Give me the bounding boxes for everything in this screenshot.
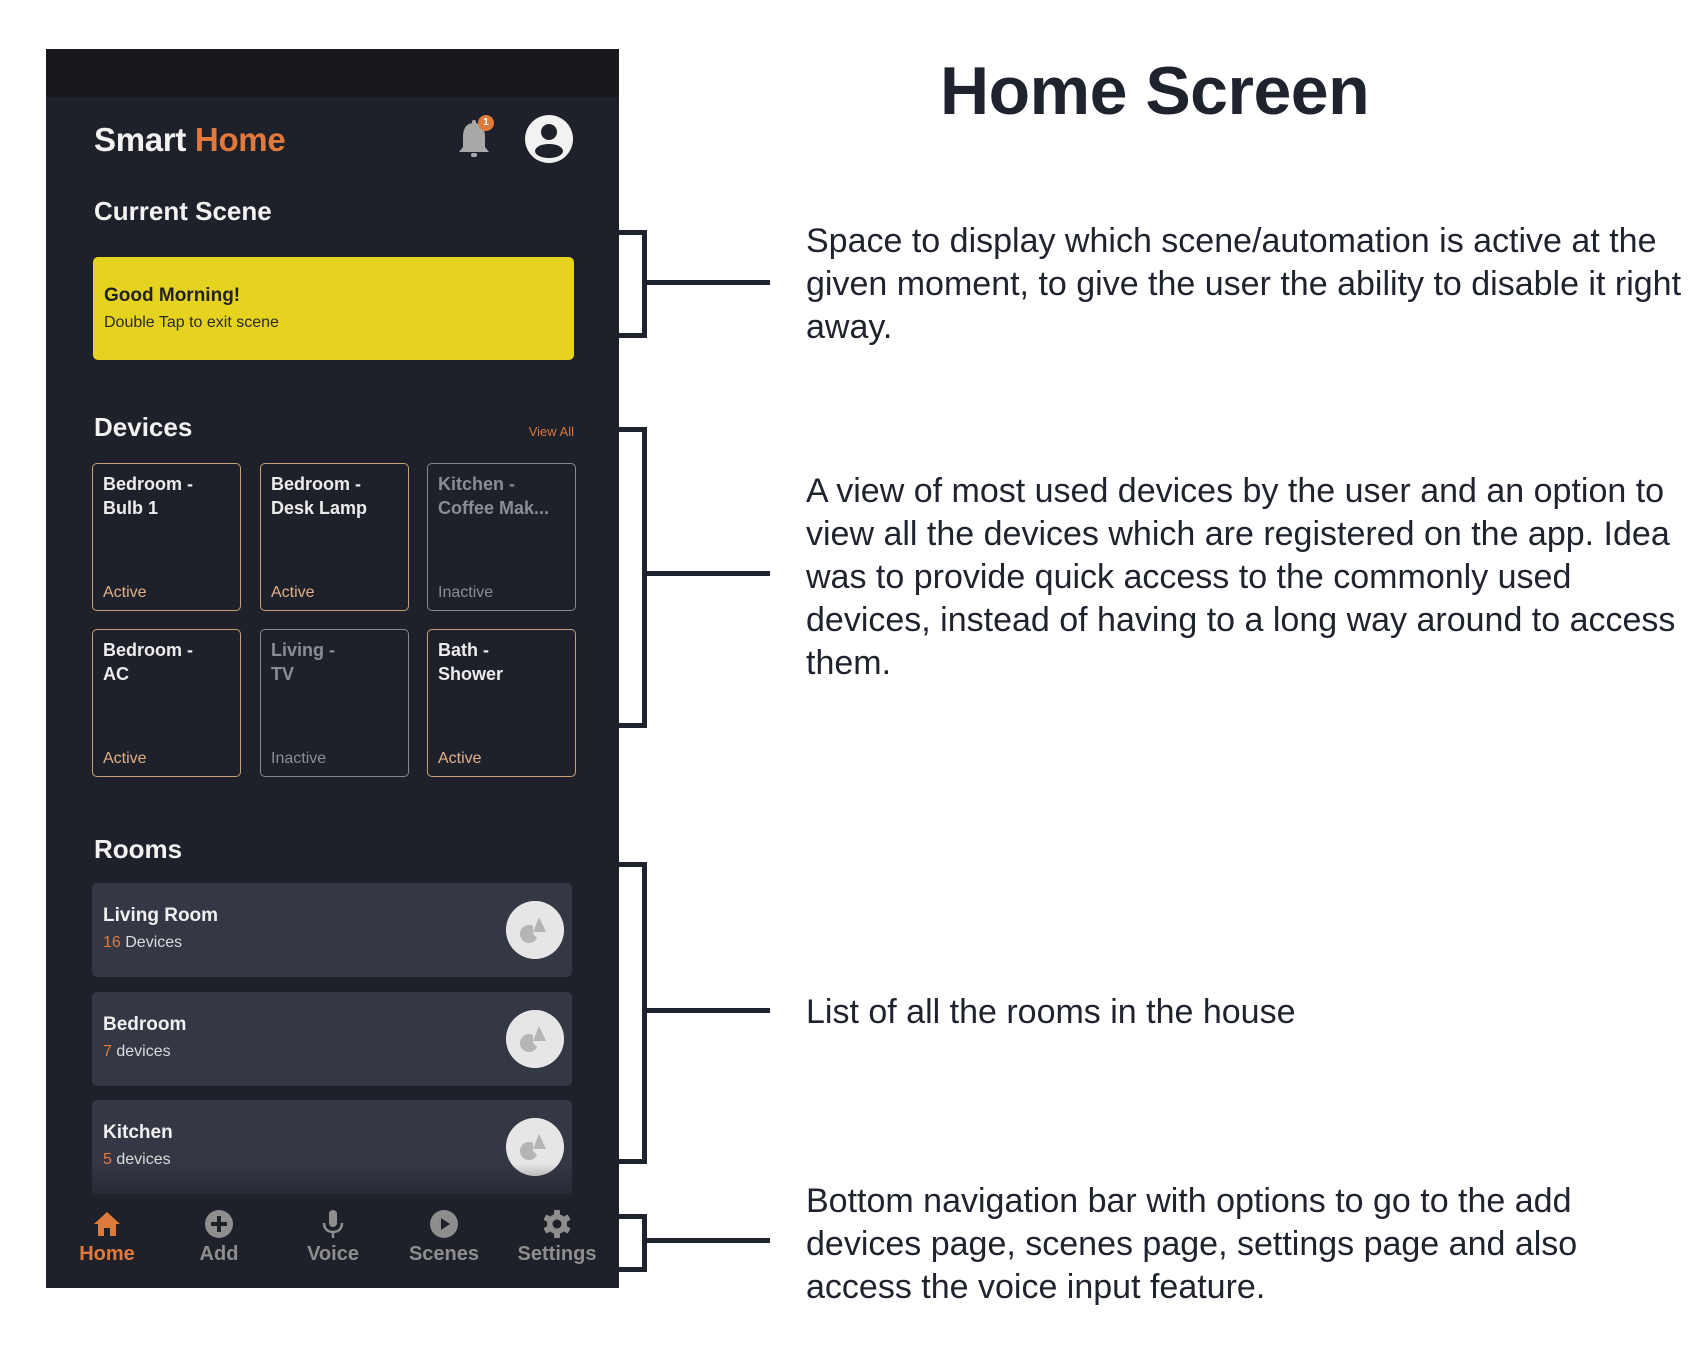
connector-rooms	[647, 1008, 770, 1013]
room-count-unit: devices	[111, 1043, 171, 1060]
play-circle-icon	[430, 1210, 458, 1238]
annotation-devices: A view of most used devices by the user …	[806, 472, 1676, 682]
device-card[interactable]: Living - TV Inactive	[260, 629, 409, 777]
connector-nav	[647, 1238, 770, 1243]
plus-circle-icon	[205, 1210, 233, 1238]
room-card-bedroom[interactable]: Bedroom 7 devices	[92, 992, 572, 1086]
scene-subtitle: Double Tap to exit scene	[104, 314, 279, 331]
device-status: Active	[271, 584, 315, 601]
nav-add[interactable]: Add	[164, 1209, 274, 1266]
profile-avatar-icon[interactable]	[524, 114, 574, 164]
nav-label: Voice	[307, 1243, 359, 1265]
device-status: Active	[103, 750, 147, 767]
nav-label: Settings	[517, 1243, 597, 1265]
device-name: Kitchen - Coffee Mak...	[438, 474, 550, 518]
room-name: Bedroom	[103, 1014, 187, 1035]
device-card[interactable]: Bedroom - AC Active	[92, 629, 241, 777]
device-name: Living - TV	[271, 640, 335, 684]
room-count-number: 5	[103, 1151, 112, 1168]
devices-heading: Devices	[94, 412, 193, 442]
app-title-smart: Smart	[94, 121, 187, 158]
app-title-home: Home	[194, 121, 286, 158]
device-status: Active	[103, 584, 147, 601]
shapes-icon	[506, 1010, 564, 1068]
rooms-heading: Rooms	[94, 834, 183, 864]
page-title: Home Screen	[940, 53, 1370, 129]
device-name: Bedroom - Desk Lamp	[271, 474, 368, 518]
connector-scene	[647, 280, 770, 285]
bracket-devices	[619, 427, 647, 728]
device-card[interactable]: Bath - Shower Active	[427, 629, 576, 777]
device-card[interactable]: Bedroom - Desk Lamp Active	[260, 463, 409, 611]
room-card-kitchen[interactable]: Kitchen 5 devices	[92, 1100, 572, 1194]
annotation-nav: Bottom navigation bar with options to go…	[806, 1182, 1578, 1306]
nav-settings[interactable]: Settings	[502, 1209, 612, 1266]
nav-label: Scenes	[408, 1243, 480, 1265]
gear-icon	[543, 1210, 571, 1238]
room-device-count: 5 devices	[103, 1151, 171, 1169]
annotation-rooms: List of all the rooms in the house	[806, 993, 1296, 1031]
nav-label: Home	[79, 1243, 135, 1265]
room-count-unit: Devices	[120, 934, 183, 951]
shapes-icon	[506, 901, 564, 959]
device-status: Active	[438, 750, 482, 767]
view-all-devices-link[interactable]: View All	[529, 424, 574, 439]
nav-label: Add	[199, 1243, 239, 1265]
bracket-rooms	[619, 862, 647, 1164]
room-name: Kitchen	[103, 1122, 173, 1143]
device-name: Bath - Shower	[438, 640, 504, 684]
room-count-number: 16	[103, 934, 121, 951]
device-status: Inactive	[438, 584, 494, 601]
nav-home[interactable]: Home	[52, 1209, 162, 1266]
bracket-scene	[619, 230, 647, 338]
device-name: Bedroom - AC	[103, 640, 193, 684]
phone-screen: Smart Home 1 Current Scene Good Morning!…	[46, 49, 619, 1288]
device-status: Inactive	[271, 750, 327, 767]
shapes-icon	[506, 1118, 564, 1176]
device-name: Bedroom - Bulb 1	[103, 474, 193, 518]
room-card-living-room[interactable]: Living Room 16 Devices	[92, 883, 572, 977]
annotation-scene: Space to display which scene/automation …	[806, 222, 1682, 346]
scene-title: Good Morning!	[104, 285, 241, 306]
nav-scenes[interactable]: Scenes	[389, 1209, 499, 1266]
microphone-icon	[322, 1210, 344, 1238]
room-name: Living Room	[103, 905, 219, 926]
home-icon	[94, 1212, 120, 1236]
room-device-count: 16 Devices	[103, 934, 182, 952]
app-title: Smart Home	[94, 121, 286, 159]
room-count-unit: devices	[111, 1151, 171, 1168]
room-count-number: 7	[103, 1043, 112, 1060]
bracket-nav	[619, 1214, 647, 1272]
current-scene-card[interactable]: Good Morning! Double Tap to exit scene	[93, 257, 574, 360]
room-device-count: 7 devices	[103, 1043, 171, 1061]
connector-devices	[647, 571, 770, 576]
status-bar	[46, 49, 619, 97]
device-card[interactable]: Kitchen - Coffee Mak... Inactive	[427, 463, 576, 611]
notification-badge: 1	[478, 115, 494, 131]
device-card[interactable]: Bedroom - Bulb 1 Active	[92, 463, 241, 611]
nav-voice[interactable]: Voice	[278, 1209, 388, 1266]
current-scene-heading: Current Scene	[94, 196, 272, 226]
bottom-navigation-bar: Home Add Voice Scenes Settings	[46, 1199, 619, 1288]
